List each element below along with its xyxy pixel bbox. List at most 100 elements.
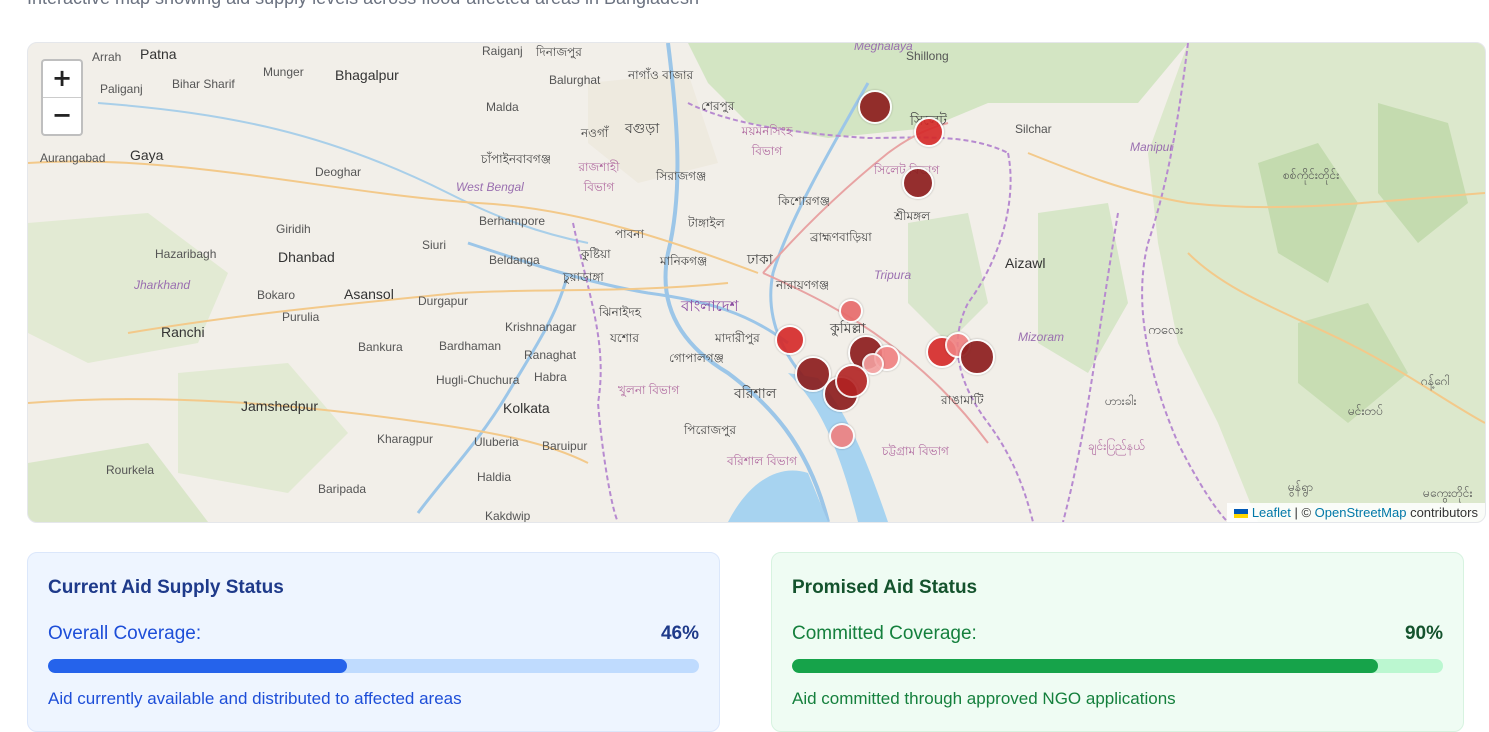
map-label-hugli: Hugli-Chuchura	[436, 373, 520, 387]
map-label-siuri: Siuri	[422, 238, 447, 252]
map-label-bankura: Bankura	[358, 340, 403, 354]
map-label-naogaon-bazar: নাগাঁও বাজার	[628, 68, 694, 82]
map-label-bangladesh: বাংলাদেশ	[681, 298, 739, 315]
promised-coverage-bar	[792, 659, 1443, 673]
attribution-separator: | ©	[1290, 505, 1315, 520]
map-label-kharagpur: Kharagpur	[377, 432, 434, 446]
current-aid-title: Current Aid Supply Status	[48, 577, 284, 598]
map-label-aizawl: Aizawl	[1005, 255, 1046, 271]
map-label-chuadanga: চুয়াডাঙ্গা	[563, 270, 604, 284]
map-label-bhagalpur: Bhagalpur	[335, 67, 399, 83]
promised-aid-card: Promised Aid Status Committed Coverage: …	[771, 552, 1464, 732]
map-label-tangail: টাঙ্গাইল	[688, 216, 725, 230]
map-label-west-bengal: West Bengal	[456, 180, 524, 194]
map-label-dhaka: ঢাকা	[747, 251, 773, 267]
map-label-hazaribagh: Hazaribagh	[155, 247, 217, 261]
map-label-naogaon: নওগাঁ	[581, 126, 609, 140]
map-label-arrah: Arrah	[92, 50, 122, 64]
map-label-madaripur: মাদারীপুর	[715, 331, 760, 345]
map-label-jharkhand: Jharkhand	[134, 278, 191, 292]
map-label-pirojpur: পিরোজপুর	[684, 423, 736, 437]
map-label-baruipur: Baruipur	[542, 439, 588, 453]
map-label-habra: Habra	[534, 370, 567, 384]
map-label-gaya: Gaya	[130, 147, 164, 163]
map-label-khulna-div: খুলনা বিভাগ	[618, 383, 680, 397]
map-tiles	[28, 43, 1485, 522]
zoom-out-button[interactable]: −	[43, 97, 81, 134]
map-label-jhenaidah: ঝিনাইদহ	[599, 305, 642, 319]
map-label-narayanganj: নারায়ণগঞ্জ	[776, 278, 830, 292]
zoom-controls: + −	[41, 59, 83, 136]
aid-marker[interactable]	[839, 299, 863, 323]
map-label-pabna: পাবনা	[615, 227, 644, 241]
map-label-sreemangal: শ্রীমঙ্গল	[894, 209, 931, 223]
aid-marker[interactable]	[829, 423, 855, 449]
current-coverage-fill	[48, 659, 348, 673]
aid-marker[interactable]	[959, 339, 995, 375]
map-label-manikganj: মানিকগঞ্জ	[660, 254, 708, 268]
map-label-dhanbad: Dhanbad	[278, 249, 335, 265]
map-label-ranaghat: Ranaghat	[524, 348, 577, 362]
map-label-krishnanagar: Krishnanagar	[505, 320, 577, 334]
map-label-aurangabad: Aurangabad	[40, 151, 106, 165]
map-label-bardhaman: Bardhaman	[439, 339, 502, 353]
map-label-my-mrauk: မွန်ရွာ	[1288, 480, 1313, 494]
map-label-rajshahi: রাজশাহী বিভাগ	[578, 160, 620, 194]
map-label-my-hakha: ဟားခါး	[1105, 394, 1137, 408]
map-label-kolkata: Kolkata	[503, 400, 550, 416]
map-label-rangamati: রাঙামাটি	[941, 393, 984, 407]
current-coverage-bar	[48, 659, 699, 673]
aid-marker[interactable]	[835, 364, 869, 398]
promised-aid-note: Aid committed through approved NGO appli…	[792, 689, 1176, 708]
current-coverage-value: 46%	[660, 623, 699, 644]
map-label-barishal: বরিশাল	[734, 385, 777, 401]
map-label-asansol: Asansol	[344, 286, 394, 302]
leaflet-link[interactable]: Leaflet	[1252, 505, 1291, 520]
map-label-bihar-sharif: Bihar Sharif	[172, 77, 235, 91]
map-label-silchar: Silchar	[1015, 122, 1052, 136]
map-label-haldia: Haldia	[477, 470, 512, 484]
map-label-giridih: Giridih	[276, 222, 311, 236]
map-label-jamshedpur: Jamshedpur	[241, 398, 319, 414]
aid-map[interactable]: Meghalaya Shillong Raiganj দিনাজপুর Arra…	[27, 42, 1486, 523]
aid-marker[interactable]	[914, 117, 944, 147]
map-label-rourkela: Rourkela	[106, 463, 155, 477]
map-label-balurghat: Balurghat	[549, 73, 601, 87]
map-label-sirajganj: সিরাজগঞ্জ	[656, 169, 707, 183]
map-label-ranchi: Ranchi	[161, 324, 205, 340]
map-label-munger: Munger	[263, 65, 304, 79]
current-aid-card: Current Aid Supply Status Overall Covera…	[27, 552, 720, 732]
promised-coverage-value: 90%	[1404, 623, 1443, 644]
map-label-my-sagaing: စစ်ကိုင်းတိုင်း	[1283, 168, 1340, 182]
map-label-my-magway: မကွေးတိုင်း	[1423, 486, 1473, 500]
map-label-bokaro: Bokaro	[257, 288, 296, 302]
current-coverage-label: Overall Coverage:	[48, 623, 202, 644]
map-label-kakdwip: Kakdwip	[485, 509, 531, 523]
map-label-patna: Patna	[140, 46, 177, 62]
aid-marker[interactable]	[775, 325, 805, 355]
map-label-paliganj: Paliganj	[100, 82, 143, 96]
aid-marker[interactable]	[858, 90, 892, 124]
map-label-bogura: বগুড়া	[625, 120, 660, 136]
aid-marker[interactable]	[902, 167, 934, 199]
openstreetmap-link[interactable]: OpenStreetMap	[1315, 505, 1407, 520]
ukraine-flag-icon	[1233, 509, 1248, 519]
map-label-shillong: Shillong	[906, 49, 949, 63]
map-label-brahmanbaria: ব্রাহ্মণবাড়িয়া	[810, 230, 872, 244]
map-label-dinajpur: দিনাজপুর	[536, 45, 582, 59]
map-label-jessore: যশোর	[610, 331, 639, 345]
map-label-mymensingh: ময়মনসিংহ বিভাগ	[741, 124, 793, 158]
zoom-in-button[interactable]: +	[43, 61, 81, 97]
map-label-kushtia: কুষ্টিয়া	[581, 247, 611, 261]
map-label-my-kalay: ကလေး	[1148, 322, 1184, 337]
page-subtitle: Interactive map showing aid supply level…	[27, 0, 699, 9]
map-label-mizoram: Mizoram	[1018, 330, 1065, 344]
promised-coverage-label: Committed Coverage:	[792, 623, 977, 644]
map-label-chattogram-div: চট্টগ্রাম বিভাগ	[882, 444, 949, 458]
map-label-beldanga: Beldanga	[489, 253, 540, 267]
map-label-kishoreganj: কিশোরগঞ্জ	[778, 194, 830, 208]
map-label-barishal-div: বরিশাল বিভাগ	[727, 454, 797, 468]
map-label-deoghar: Deoghar	[315, 165, 362, 179]
promised-aid-title: Promised Aid Status	[792, 577, 978, 598]
promised-coverage-fill	[792, 659, 1378, 673]
